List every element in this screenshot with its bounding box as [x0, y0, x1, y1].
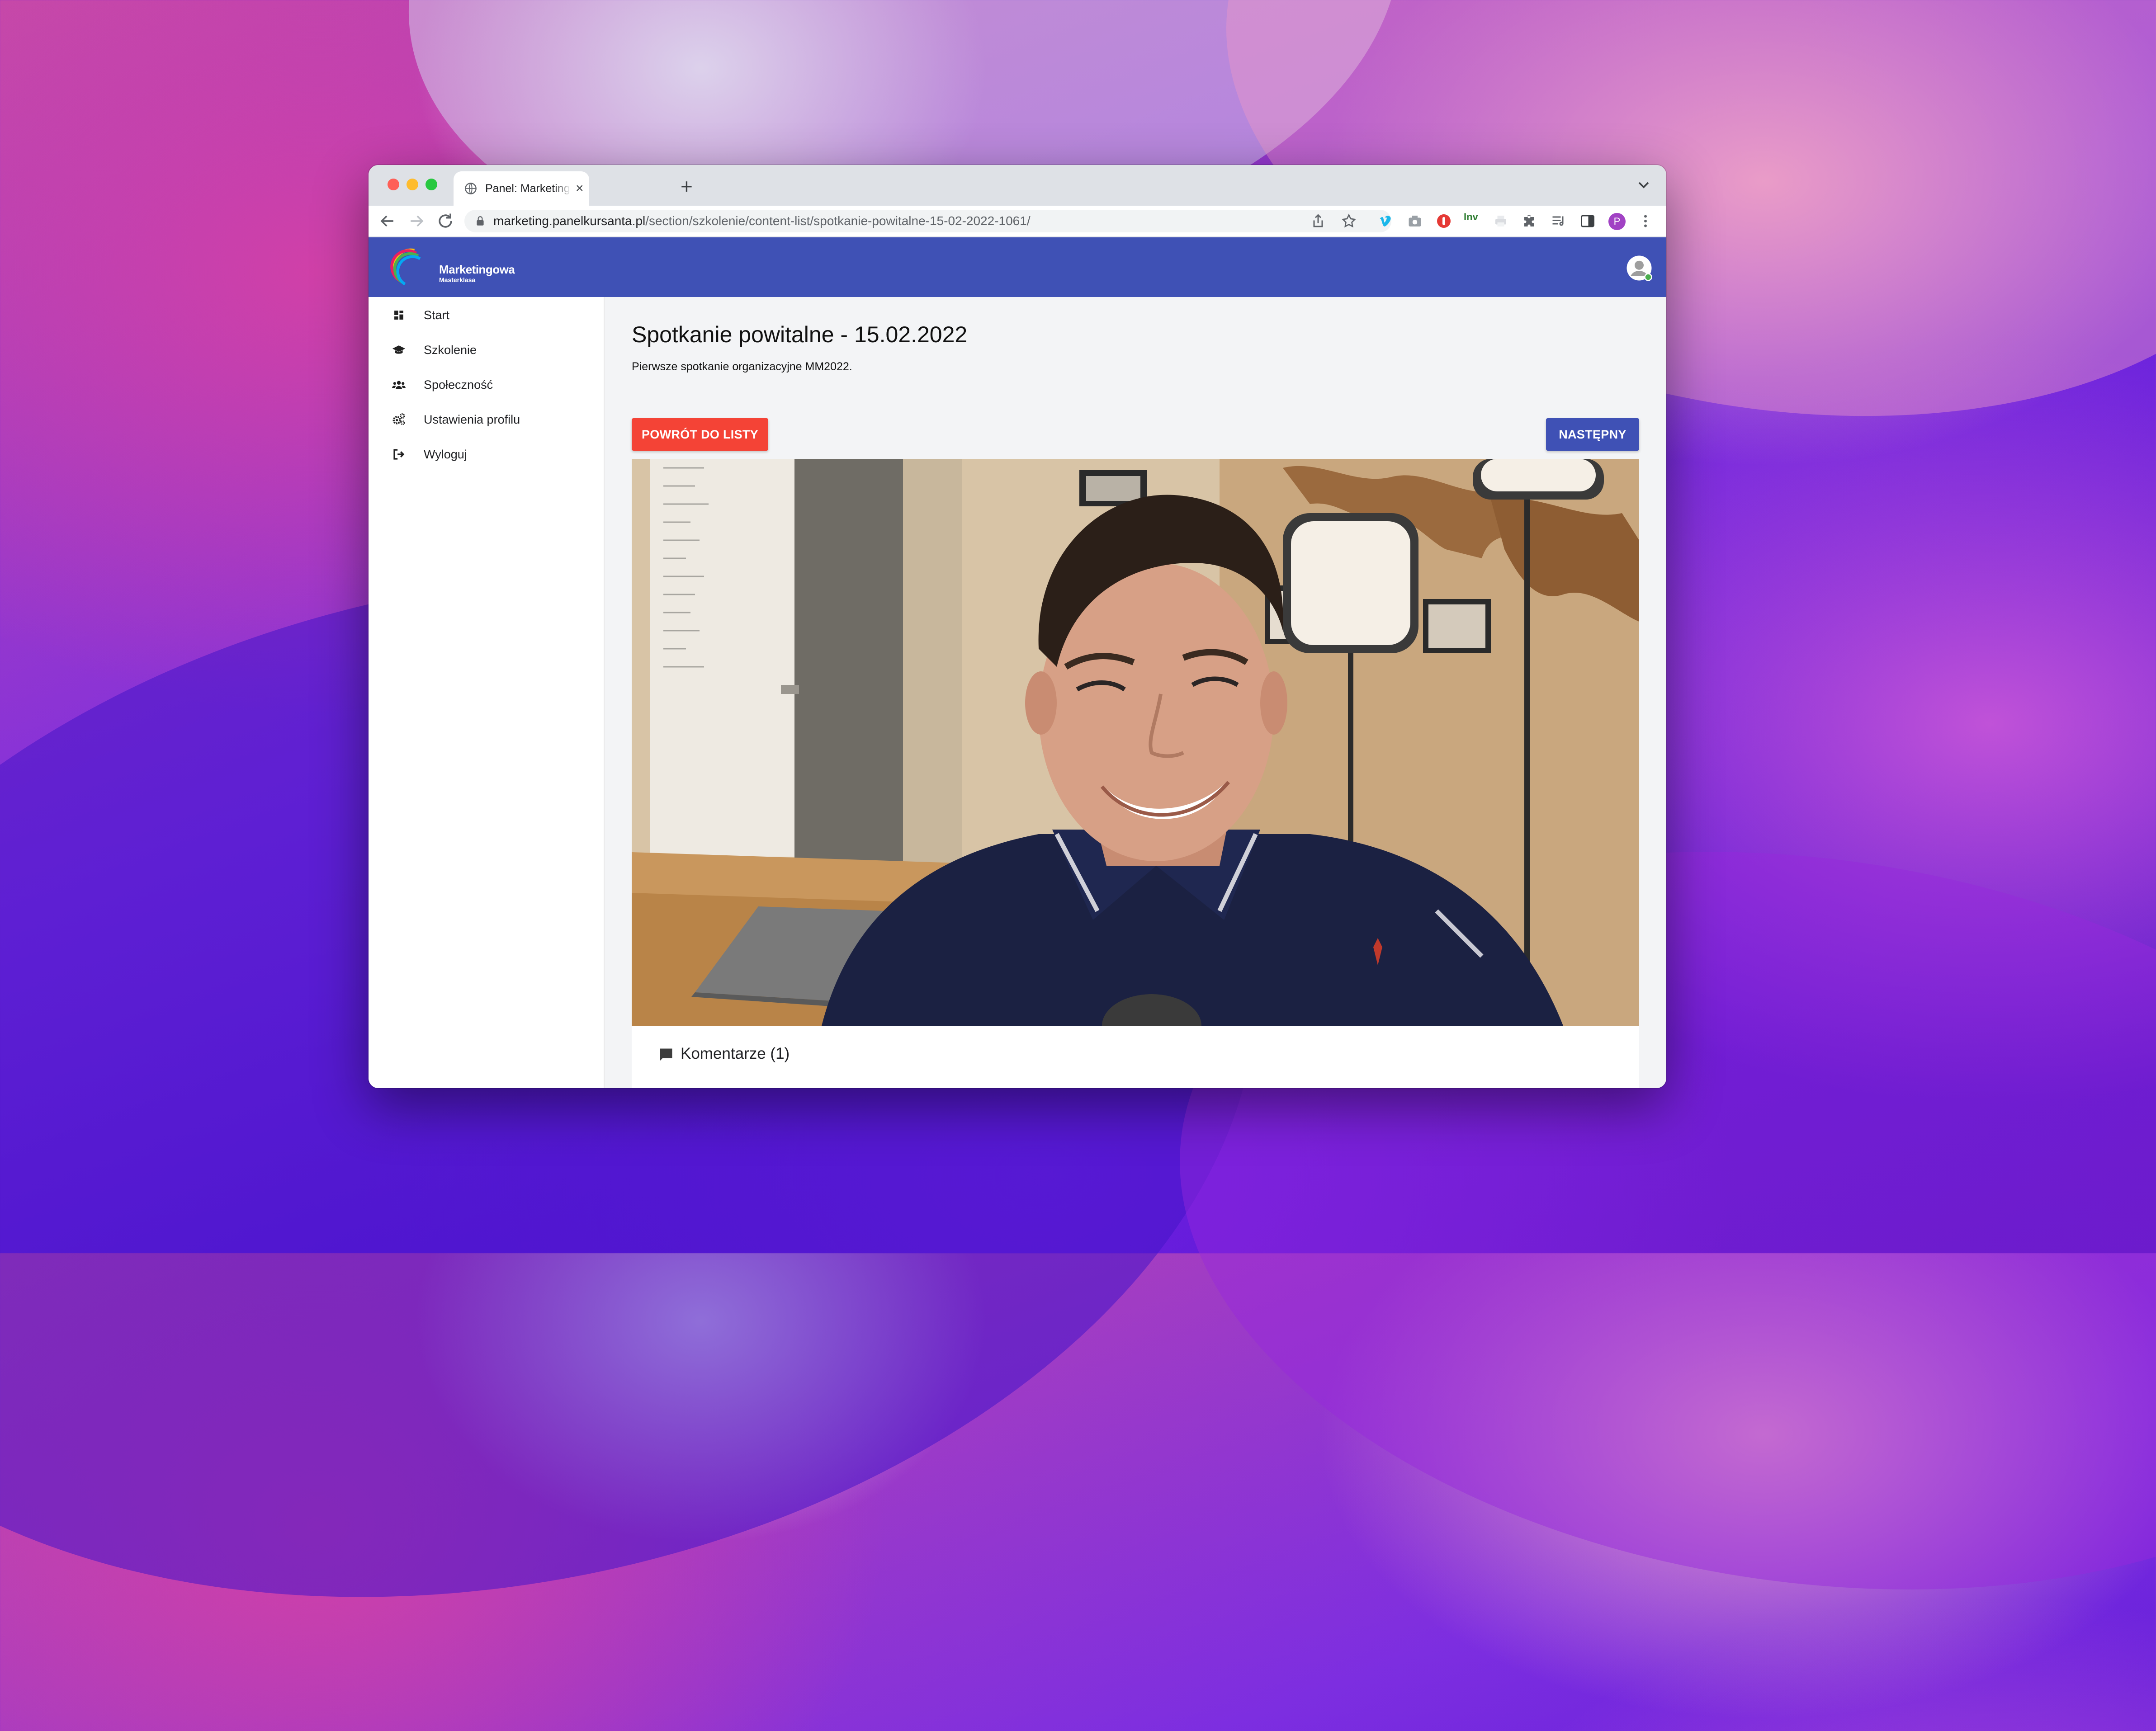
tab-search-chevron-icon[interactable]: [1635, 176, 1653, 194]
browser-window: Panel: Marketingowa Masterklasa × + mark…: [369, 165, 1666, 1088]
page-description: Pierwsze spotkanie organizacyjne MM2022.: [632, 360, 852, 373]
browser-tab[interactable]: Panel: Marketingowa Masterklasa ×: [454, 171, 589, 206]
close-window-button[interactable]: [388, 179, 399, 190]
sidebar-item-label: Szkolenie: [424, 343, 477, 357]
next-button[interactable]: Następny: [1546, 418, 1639, 451]
back-to-list-button[interactable]: Powrót do listy: [632, 418, 768, 451]
ad-blocker-icon[interactable]: [1436, 213, 1452, 229]
camera-icon[interactable]: [1407, 213, 1423, 229]
reload-icon[interactable]: [435, 211, 455, 231]
tab-close-icon[interactable]: ×: [576, 182, 584, 195]
comments-section[interactable]: Komentarze (1): [632, 1026, 1639, 1088]
bookmark-star-icon[interactable]: [1341, 213, 1357, 229]
minimize-window-button[interactable]: [407, 179, 418, 190]
tab-strip: Panel: Marketingowa Masterklasa × +: [369, 165, 1666, 206]
user-account-icon[interactable]: [1626, 255, 1653, 282]
url-domain: marketing.panelkursanta.pl: [493, 214, 646, 228]
share-icon[interactable]: [1310, 213, 1326, 229]
site-header: Marketingowa Masterklasa: [369, 237, 1666, 297]
sidebar-item-start[interactable]: Start: [391, 302, 449, 329]
address-bar[interactable]: marketing.panelkursanta.pl/section/szkol…: [464, 210, 1391, 232]
sidebar: Start Szkolenie Społeczność Ustawienia p…: [369, 297, 605, 1088]
sidebar-item-ustawienia-profilu[interactable]: Ustawienia profilu: [391, 406, 520, 433]
globe-icon: [465, 183, 477, 194]
graduation-cap-icon: [392, 345, 406, 354]
sidebar-item-label: Społeczność: [424, 377, 493, 391]
side-panel-icon[interactable]: [1579, 213, 1596, 229]
forward-arrow-icon[interactable]: [407, 211, 426, 231]
users-icon: [392, 381, 406, 389]
main-content: Spotkanie powitalne - 15.02.2022 Pierwsz…: [605, 297, 1666, 1088]
printer-icon[interactable]: [1493, 213, 1509, 229]
extension-inv[interactable]: Inv: [1464, 211, 1478, 223]
new-tab-button[interactable]: +: [681, 174, 693, 198]
site-logo[interactable]: Marketingowa Masterklasa: [385, 244, 515, 291]
sidebar-item-label: Wyloguj: [424, 447, 467, 461]
extensions-puzzle-icon[interactable]: [1522, 213, 1538, 229]
tab-title: Panel: Marketingowa Masterklasa: [485, 182, 571, 195]
sidebar-item-label: Ustawienia profilu: [424, 412, 520, 426]
dashboard-icon: [394, 311, 403, 320]
zoom-window-button[interactable]: [426, 179, 437, 190]
url-path: /section/szkolenie/content-list/spotkani…: [645, 214, 1031, 228]
reading-list-icon[interactable]: [1551, 213, 1567, 229]
sidebar-item-szkolenie[interactable]: Szkolenie: [391, 336, 477, 363]
url-text: marketing.panelkursanta.pl/section/szkol…: [493, 214, 1031, 228]
back-arrow-icon[interactable]: [378, 211, 397, 231]
browser-toolbar: marketing.panelkursanta.pl/section/szkol…: [369, 206, 1666, 237]
logo-title: Marketingowa: [439, 263, 515, 276]
lock-icon[interactable]: [474, 215, 486, 227]
comments-header: Komentarze (1): [681, 1045, 790, 1062]
vimeo-icon[interactable]: [1378, 213, 1394, 229]
logo-subtitle: Masterklasa: [439, 276, 476, 283]
logo-rainbow-icon: [390, 248, 421, 286]
video-player[interactable]: [632, 459, 1639, 1026]
profile-avatar[interactable]: P: [1608, 213, 1626, 230]
sidebar-item-label: Start: [424, 308, 450, 322]
video-frame: [632, 459, 1639, 1026]
more-menu-icon[interactable]: [1637, 213, 1654, 229]
cogs-icon: [392, 413, 405, 425]
page-title: Spotkanie powitalne - 15.02.2022: [632, 322, 968, 347]
comment-icon: [660, 1048, 672, 1061]
sidebar-item-spolecznosc[interactable]: Społeczność: [391, 371, 493, 398]
sign-out-icon: [393, 449, 405, 460]
sidebar-item-wyloguj[interactable]: Wyloguj: [391, 441, 467, 468]
